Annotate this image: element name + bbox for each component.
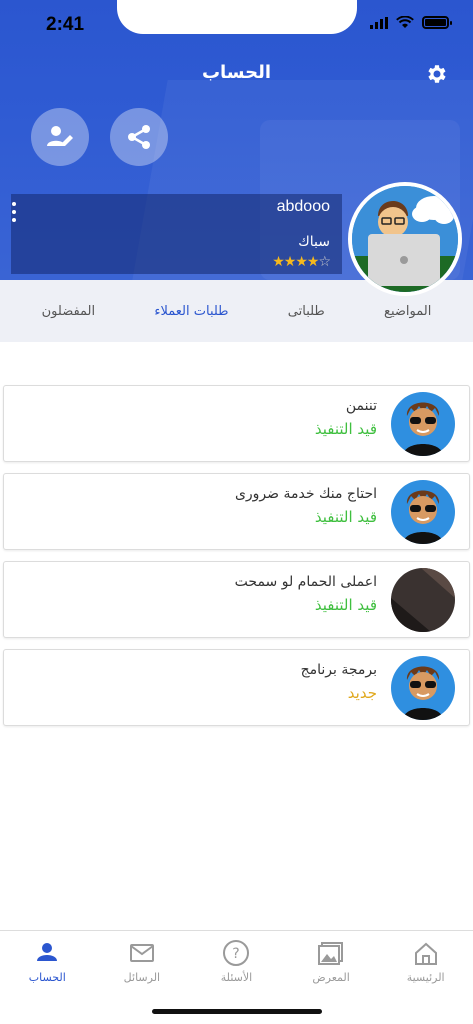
nav-label: الأسئلة [220,971,253,984]
tab-topics[interactable]: المواضيع [384,304,431,319]
avatar [391,392,455,456]
status-time: 2:41 [46,14,85,35]
signal-icon [370,16,388,29]
share-icon [128,125,150,149]
share-button[interactable] [110,108,168,166]
tab-customer-requests[interactable]: طلبات العملاء [154,304,228,319]
profession: سباك [298,234,330,250]
nav-label: المعرض [312,971,350,984]
nav-questions[interactable]: ? الأسئلة [191,939,281,984]
list-item[interactable]: برمجة برنامج جديد [3,649,470,726]
status-badge: قيد التنفيذ [314,420,377,438]
avatar [391,656,455,720]
request-title: احتاج منك خدمة ضرورى [234,486,377,502]
nav-label: الحساب [28,971,66,984]
edit-profile-button[interactable] [31,108,89,166]
page-title: الحساب [201,62,272,83]
list-item[interactable]: احتاج منك خدمة ضرورى قيد التنفيذ [3,473,470,550]
account-screen: 2:41 الحساب abdooo سباك ★★★★☆ المواضيع ط… [0,0,473,1024]
bottom-tab-bar: الحساب الرسائل ? الأسئلة المعرض الرئيسية [0,930,473,1024]
nav-label: الرسائل [123,971,161,984]
mail-icon [129,944,154,962]
requests-list: تننمن قيد التنفيذ احتاج منك خدمة ضرورى ق… [3,385,470,737]
more-options-icon[interactable] [11,202,17,226]
wifi-icon [396,16,414,28]
request-title: برمجة برنامج [300,662,377,678]
edit-user-icon [47,126,73,146]
request-title: اعملى الحمام لو سمحت [234,574,377,590]
home-indicator [152,1009,322,1014]
nav-label: الرئيسية [406,971,445,984]
gear-icon[interactable] [425,62,449,86]
profile-avatar[interactable] [348,182,462,296]
tab-my-requests[interactable]: طلباتى [288,304,325,319]
list-item[interactable]: تننمن قيد التنفيذ [3,385,470,462]
person-icon [37,943,58,961]
status-badge: قيد التنفيذ [314,596,377,614]
nav-gallery[interactable]: المعرض [286,939,376,984]
home-icon [414,942,437,965]
avatar [391,480,455,544]
request-title: تننمن [345,398,377,414]
question-icon: ? [223,940,250,966]
battery-icon [422,16,452,29]
list-item[interactable]: اعملى الحمام لو سمحت قيد التنفيذ [3,561,470,638]
device-notch [117,0,357,34]
gallery-icon [318,942,344,965]
nav-messages[interactable]: الرسائل [97,939,187,984]
rating-stars: ★★★★☆ [272,254,331,270]
nav-home[interactable]: الرئيسية [381,939,471,984]
nav-account[interactable]: الحساب [2,939,92,984]
status-badge: جديد [347,684,377,702]
svg-text:?: ? [233,946,240,962]
profile-card: abdooo سباك ★★★★☆ [11,194,342,274]
tab-favorites[interactable]: المفضلون [42,304,96,319]
username: abdooo [276,198,330,215]
status-icons [370,16,452,29]
avatar [391,568,455,632]
status-badge: قيد التنفيذ [314,508,377,526]
